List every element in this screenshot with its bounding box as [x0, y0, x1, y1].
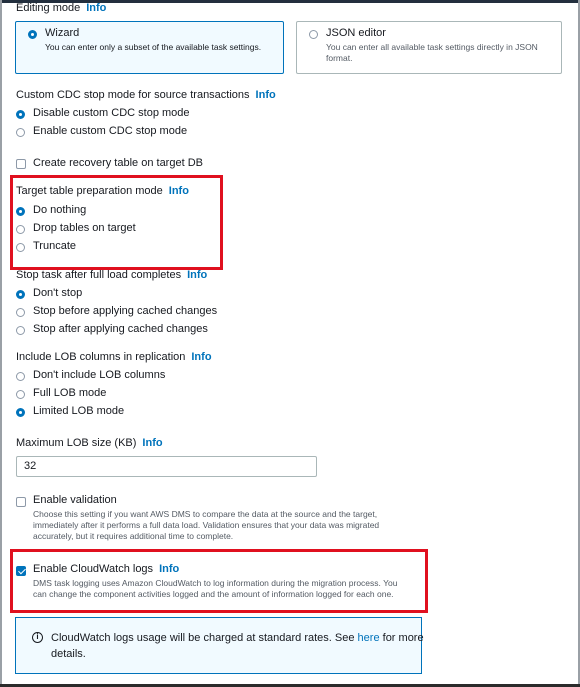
- full-lob-radio[interactable]: [16, 390, 25, 399]
- json-editor-description: You can enter all available task setting…: [326, 42, 538, 64]
- stop-before-cached-radio[interactable]: [16, 308, 25, 317]
- notice-text-line-2: details.: [51, 648, 86, 660]
- json-editor-mode-card[interactable]: JSON editor You can enter all available …: [296, 21, 562, 74]
- lob-columns-label: Include LOB columns in replication Info: [16, 351, 212, 363]
- notice-text-start: CloudWatch logs usage will be charged at…: [51, 632, 358, 644]
- left-frame-border: [0, 0, 2, 687]
- validation-label[interactable]: Enable validation: [33, 494, 117, 506]
- limited-lob-radio[interactable]: [16, 408, 25, 417]
- dont-include-lob-radio[interactable]: [16, 372, 25, 381]
- max-lob-size-input[interactable]: 32: [16, 456, 317, 477]
- wizard-mode-card[interactable]: Wizard You can enter only a subset of th…: [15, 21, 284, 74]
- cloudwatch-charges-notice: i CloudWatch logs usage will be charged …: [15, 617, 424, 674]
- cdc-stop-mode-label-text: Custom CDC stop mode for source transact…: [16, 89, 250, 101]
- wizard-title: Wizard: [45, 27, 80, 39]
- validation-description-line-2: immediately after it performs a full dat…: [33, 520, 380, 530]
- json-editor-title: JSON editor: [326, 27, 386, 39]
- max-lob-size-info-link[interactable]: Info: [142, 437, 162, 449]
- stop-task-info-link[interactable]: Info: [187, 269, 207, 281]
- max-lob-size-label: Maximum LOB size (KB) Info: [16, 437, 163, 449]
- editing-mode-info-link[interactable]: Info: [86, 2, 106, 14]
- dont-include-lob-label[interactable]: Don't include LOB columns: [33, 369, 165, 381]
- recovery-table-checkbox[interactable]: [16, 159, 26, 169]
- full-lob-label[interactable]: Full LOB mode: [33, 387, 106, 399]
- dont-stop-radio[interactable]: [16, 290, 25, 299]
- validation-checkbox[interactable]: [16, 497, 26, 507]
- stop-before-cached-label[interactable]: Stop before applying cached changes: [33, 305, 217, 317]
- stop-task-label: Stop task after full load completes Info: [16, 269, 207, 281]
- cdc-disable-label[interactable]: Disable custom CDC stop mode: [33, 107, 190, 119]
- stop-after-cached-label[interactable]: Stop after applying cached changes: [33, 323, 208, 335]
- wizard-description: You can enter only a subset of the avail…: [45, 42, 262, 52]
- cdc-enable-radio[interactable]: [16, 128, 25, 137]
- cdc-disable-radio[interactable]: [16, 110, 25, 119]
- lob-columns-info-link[interactable]: Info: [191, 351, 211, 363]
- validation-description-line-3: accurately, but it requires additional t…: [33, 531, 234, 541]
- cdc-stop-mode-label: Custom CDC stop mode for source transact…: [16, 89, 276, 101]
- editing-mode-label-text: Editing mode: [16, 2, 81, 14]
- json-editor-radio[interactable]: [309, 30, 318, 39]
- validation-description: Choose this setting if you want AWS DMS …: [33, 509, 379, 542]
- lob-columns-label-text: Include LOB columns in replication: [16, 351, 186, 363]
- notice-here-link[interactable]: here: [358, 632, 380, 644]
- wizard-radio[interactable]: [28, 30, 37, 39]
- editing-mode-label: Editing mode Info: [16, 2, 106, 14]
- max-lob-size-label-text: Maximum LOB size (KB): [16, 437, 137, 449]
- recovery-table-label[interactable]: Create recovery table on target DB: [33, 157, 203, 169]
- notice-text-end: for more: [379, 632, 424, 644]
- info-circle-icon: i: [32, 632, 43, 643]
- json-editor-description-line-2: format.: [326, 53, 353, 63]
- validation-description-line-1: Choose this setting if you want AWS DMS …: [33, 509, 378, 519]
- target-prep-highlight-box: [10, 175, 223, 270]
- stop-after-cached-radio[interactable]: [16, 326, 25, 335]
- dont-stop-label[interactable]: Don't stop: [33, 287, 82, 299]
- json-editor-description-line-1: You can enter all available task setting…: [326, 42, 538, 52]
- cdc-enable-label[interactable]: Enable custom CDC stop mode: [33, 125, 187, 137]
- limited-lob-label[interactable]: Limited LOB mode: [33, 405, 124, 417]
- cloudwatch-highlight-box: [10, 549, 428, 613]
- notice-text: CloudWatch logs usage will be charged at…: [51, 630, 424, 662]
- cdc-stop-mode-info-link[interactable]: Info: [256, 89, 276, 101]
- stop-task-label-text: Stop task after full load completes: [16, 269, 182, 281]
